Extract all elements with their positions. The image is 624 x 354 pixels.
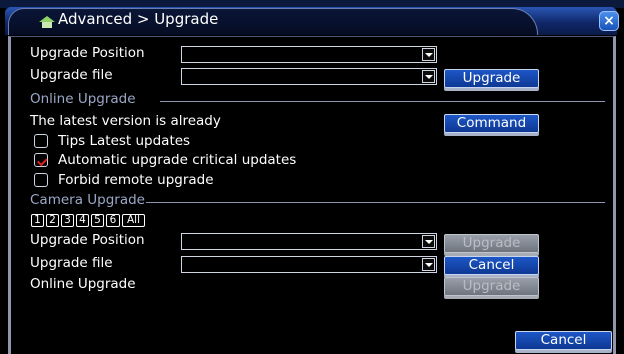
channel-1-button[interactable]: 1 (31, 214, 44, 227)
forbid-remote-label: Forbid remote upgrade (58, 172, 214, 188)
upgrade-button[interactable]: Upgrade (444, 69, 539, 88)
version-status-text: The latest version is already (30, 113, 221, 129)
close-button[interactable]: × (599, 11, 619, 31)
camera-upgrade-file-label: Upgrade file (30, 255, 113, 271)
camera-upgrade-file-dropdown[interactable] (181, 256, 437, 273)
camera-online-upgrade-button[interactable]: Upgrade (444, 277, 539, 296)
camera-upgrade-position-dropdown[interactable] (181, 233, 437, 250)
channel-6-button[interactable]: 6 (106, 214, 120, 227)
upgrade-window: Advanced > Upgrade × Upgrade Position Up… (0, 0, 624, 354)
upgrade-file-dropdown[interactable] (181, 68, 437, 85)
auto-upgrade-checkbox[interactable] (34, 153, 48, 167)
online-upgrade-section-title: Online Upgrade (30, 91, 136, 107)
chevron-down-icon[interactable] (422, 258, 435, 271)
camera-upgrade-button[interactable]: Upgrade (444, 234, 539, 253)
camera-upgrade-section-title: Camera Upgrade (30, 192, 145, 208)
upgrade-position-label: Upgrade Position (30, 45, 145, 61)
tips-updates-checkbox[interactable] (34, 134, 48, 148)
upgrade-position-dropdown[interactable] (181, 46, 437, 63)
camera-online-upgrade-label: Online Upgrade (30, 276, 136, 292)
auto-upgrade-label: Automatic upgrade critical updates (58, 152, 297, 168)
channel-4-button[interactable]: 4 (76, 214, 89, 227)
channel-3-button[interactable]: 3 (61, 214, 74, 227)
chevron-down-icon[interactable] (422, 235, 435, 248)
channel-2-button[interactable]: 2 (46, 214, 59, 227)
camera-cancel-button[interactable]: Cancel (444, 256, 539, 275)
cancel-button[interactable]: Cancel (515, 331, 612, 350)
command-button[interactable]: Command (444, 114, 539, 133)
tips-updates-label: Tips Latest updates (58, 133, 191, 149)
section-divider (160, 101, 605, 102)
chevron-down-icon[interactable] (422, 48, 435, 61)
section-divider (146, 202, 605, 203)
chevron-down-icon[interactable] (422, 70, 435, 83)
upgrade-file-label: Upgrade file (30, 67, 113, 83)
window-title: Advanced > Upgrade (58, 10, 219, 28)
channel-5-button[interactable]: 5 (91, 214, 104, 227)
camera-upgrade-position-label: Upgrade Position (30, 232, 145, 248)
channel-all-button[interactable]: All (122, 214, 145, 227)
house-icon (39, 16, 55, 28)
forbid-remote-checkbox[interactable] (34, 173, 48, 187)
